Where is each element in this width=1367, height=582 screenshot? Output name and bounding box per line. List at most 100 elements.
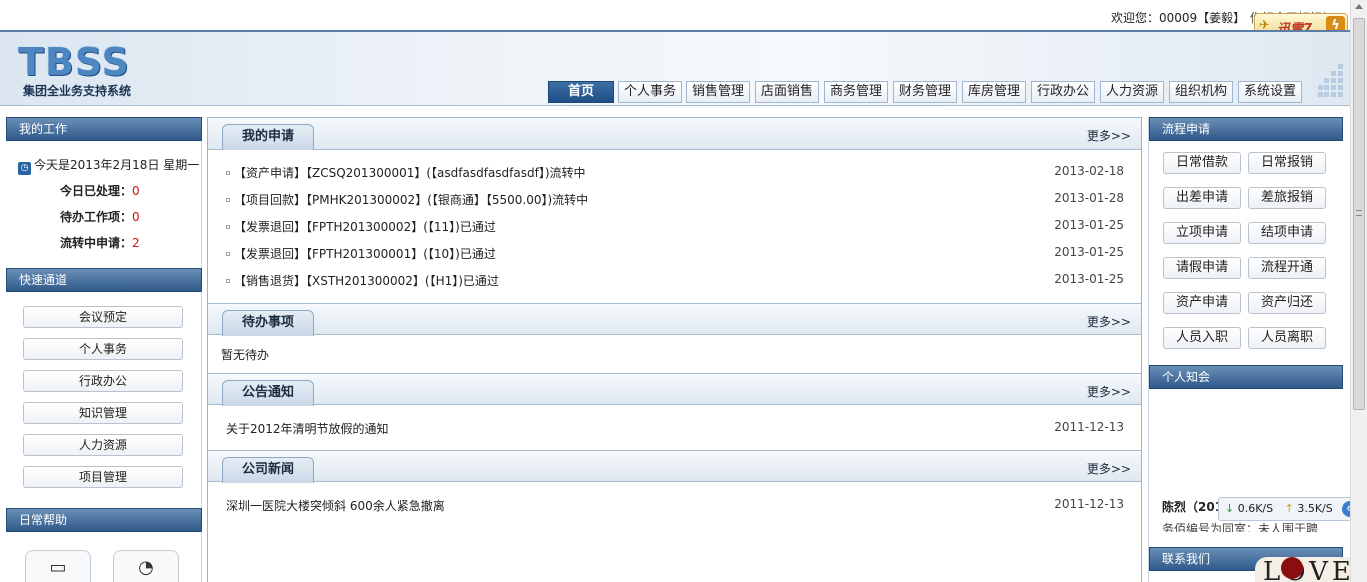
tab-personal[interactable]: 个人事务	[618, 81, 682, 103]
tab-settings[interactable]: 系统设置	[1238, 81, 1302, 103]
news-date: 2011-12-13	[1054, 497, 1124, 511]
quick-access-title: 快速通道	[6, 268, 202, 292]
today-text: 今天是2013年2月18日 星期一	[34, 158, 200, 172]
flow-enable-button[interactable]: 流程开通	[1248, 257, 1326, 279]
quick-knowledge-button[interactable]: 知识管理	[23, 402, 183, 424]
quick-meeting-button[interactable]: 会议预定	[23, 306, 183, 328]
daily-help-title: 日常帮助	[6, 508, 202, 532]
quick-hr-button[interactable]: 人力资源	[23, 434, 183, 456]
request-date: 2013-01-25	[1054, 245, 1124, 259]
download-speed: 0.6K/S	[1237, 502, 1274, 515]
pending-line: 待办工作项：0	[60, 208, 140, 225]
offboard-button[interactable]: 人员离职	[1248, 327, 1326, 349]
welcome-text: 欢迎您：00009【姜毅】	[1111, 11, 1246, 25]
todo-empty-text: 暂无待办	[221, 348, 270, 362]
down-arrow-icon: ↓	[1225, 502, 1235, 515]
news-header: 公司新闻 更多>>	[208, 450, 1141, 483]
bullet-icon	[226, 198, 230, 202]
tab-business[interactable]: 商务管理	[824, 81, 888, 103]
tab-hr[interactable]: 人力资源	[1100, 81, 1164, 103]
vertical-scrollbar[interactable]	[1350, 0, 1367, 582]
bullet-icon	[226, 252, 230, 256]
tab-org[interactable]: 组织机构	[1169, 81, 1233, 103]
decorative-dots	[1318, 60, 1348, 106]
flowing-value[interactable]: 2	[132, 236, 140, 250]
my-requests-more-link[interactable]: 更多>>	[1087, 127, 1131, 144]
request-text[interactable]: 【销售退货】【XSTH201300002】(【H1】)已通过	[234, 274, 499, 288]
rose-icon	[1281, 557, 1303, 579]
scrollbar-grip-icon	[1356, 210, 1362, 216]
request-date: 2013-01-28	[1054, 191, 1124, 205]
quick-project-button[interactable]: 项目管理	[23, 466, 183, 488]
personal-notice-name[interactable]: 陈烈（201	[1162, 498, 1223, 515]
my-requests-header: 我的申请 更多>>	[208, 118, 1141, 150]
quick-personal-button[interactable]: 个人事务	[23, 338, 183, 360]
monitor-icon[interactable]: ▭	[25, 550, 91, 582]
bullet-icon	[226, 171, 230, 175]
request-text[interactable]: 【发票退回】【FPTH201300001】(【10】)已通过	[234, 247, 496, 261]
request-text[interactable]: 【资产申请】【ZCSQ201300001】(【asdfasdfasdfasdf】…	[234, 166, 586, 180]
travel-reimburse-button[interactable]: 差旅报销	[1248, 187, 1326, 209]
request-text[interactable]: 【发票退回】【FPTH201300002】(【11】)已通过	[234, 220, 496, 234]
notice-header: 公告通知 更多>>	[208, 373, 1141, 406]
daily-loan-button[interactable]: 日常借款	[1163, 152, 1241, 174]
business-trip-button[interactable]: 出差申请	[1163, 187, 1241, 209]
notice-row[interactable]: 关于2012年清明节放假的通知 2011-12-13	[226, 420, 1124, 440]
download-speed-widget[interactable]: ↓ 0.6K/S ↑ 3.5K/S e	[1218, 497, 1362, 521]
asset-return-button[interactable]: 资产归还	[1248, 292, 1326, 314]
scroll-up-icon[interactable]	[1355, 4, 1363, 9]
tab-home[interactable]: 首页	[548, 81, 614, 103]
notice-tab[interactable]: 公告通知	[222, 380, 314, 406]
tab-finance[interactable]: 财务管理	[893, 81, 957, 103]
personal-notice-title: 个人知会	[1149, 365, 1343, 389]
project-setup-button[interactable]: 立项申请	[1163, 222, 1241, 244]
request-date: 2013-01-25	[1054, 218, 1124, 232]
news-text[interactable]: 深圳一医院大楼突倾斜 600余人紧急撤离	[226, 499, 445, 513]
leave-request-button[interactable]: 请假申请	[1163, 257, 1241, 279]
request-row[interactable]: 【资产申请】【ZCSQ201300001】(【asdfasdfasdfasdf】…	[226, 164, 1124, 184]
my-requests-tab[interactable]: 我的申请	[222, 124, 314, 150]
daily-reimburse-button[interactable]: 日常报销	[1248, 152, 1326, 174]
todo-tab[interactable]: 待办事项	[222, 310, 314, 336]
notice-more-link[interactable]: 更多>>	[1087, 383, 1131, 400]
left-sidebar: 我的工作 ◷ 今天是2013年2月18日 星期一 今日已处理：0 待办工作项：0 …	[6, 117, 202, 582]
main-content: 我的申请 更多>> 【资产申请】【ZCSQ201300001】(【asdfasd…	[207, 117, 1142, 582]
system-subtitle: 集团全业务支持系统	[23, 84, 132, 98]
flowing-line: 流转中申请：2	[60, 234, 140, 251]
up-arrow-icon: ↑	[1284, 502, 1294, 515]
tab-warehouse[interactable]: 库房管理	[962, 81, 1026, 103]
asset-request-button[interactable]: 资产申请	[1163, 292, 1241, 314]
pending-value[interactable]: 0	[132, 210, 140, 224]
personal-notice-text: 务佰编号为同室：未人围于聘	[1162, 522, 1319, 532]
tab-store-sales[interactable]: 店面销售	[755, 81, 819, 103]
news-tab[interactable]: 公司新闻	[222, 457, 314, 483]
top-bar: 欢迎您：00009【姜毅】 你好今天好好加	[0, 0, 1350, 30]
clock-icon: ◷	[18, 162, 31, 175]
request-date: 2013-02-18	[1054, 164, 1124, 178]
notice-text[interactable]: 关于2012年清明节放假的通知	[226, 422, 389, 436]
bullet-icon	[226, 279, 230, 283]
request-row[interactable]: 【销售退货】【XSTH201300002】(【H1】)已通过 2013-01-2…	[226, 272, 1124, 292]
flowing-label: 流转中申请：	[60, 236, 133, 250]
request-row[interactable]: 【项目回款】【PMHK201300002】(【银商通】【5500.00】)流转中…	[226, 191, 1124, 211]
processed-label: 今日已处理：	[60, 184, 133, 198]
onboard-button[interactable]: 人员入职	[1163, 327, 1241, 349]
request-text[interactable]: 【项目回款】【PMHK201300002】(【银商通】【5500.00】)流转中	[234, 193, 588, 207]
request-row[interactable]: 【发票退回】【FPTH201300002】(【11】)已通过 2013-01-2…	[226, 218, 1124, 238]
request-row[interactable]: 【发票退回】【FPTH201300001】(【10】)已通过 2013-01-2…	[226, 245, 1124, 265]
processed-value[interactable]: 0	[132, 184, 140, 198]
project-close-button[interactable]: 结项申请	[1248, 222, 1326, 244]
news-row[interactable]: 深圳一医院大楼突倾斜 600余人紧急撤离 2011-12-13	[226, 497, 1124, 517]
todo-more-link[interactable]: 更多>>	[1087, 313, 1131, 330]
quick-admin-button[interactable]: 行政办公	[23, 370, 183, 392]
news-more-link[interactable]: 更多>>	[1087, 460, 1131, 477]
tab-sales[interactable]: 销售管理	[686, 81, 750, 103]
logo: TBSS	[18, 40, 130, 84]
notice-date: 2011-12-13	[1054, 420, 1124, 434]
tab-admin[interactable]: 行政办公	[1031, 81, 1095, 103]
flow-request-title: 流程申请	[1149, 117, 1343, 141]
clock-help-icon[interactable]: ◔	[113, 550, 179, 582]
todo-header: 待办事项 更多>>	[208, 303, 1141, 336]
upload-speed: 3.5K/S	[1297, 502, 1333, 515]
love-text: LOVE	[1263, 557, 1355, 582]
